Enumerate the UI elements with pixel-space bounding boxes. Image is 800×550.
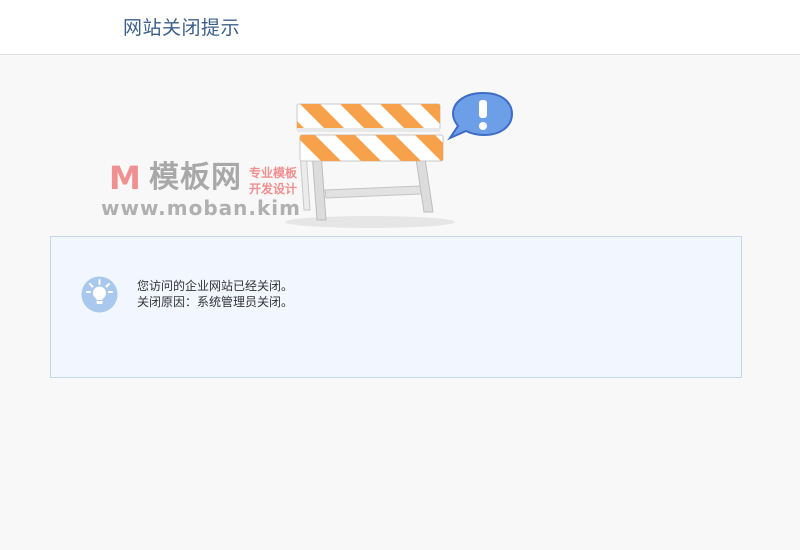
watermark-url: www.moban.kim bbox=[101, 196, 301, 220]
closed-illustration: M 模板网 专业模板 开发设计 www.moban.kim bbox=[0, 0, 800, 240]
watermark-site-name: 模板网 bbox=[149, 160, 242, 195]
watermark-logo-letter: M bbox=[109, 159, 141, 197]
notice-reason: 关闭原因：系统管理员关闭。 bbox=[137, 295, 294, 309]
watermark-tagline-2: 开发设计 bbox=[249, 182, 298, 196]
notice-message: 您访问的企业网站已经关闭。 bbox=[137, 279, 294, 293]
watermark: M 模板网 专业模板 开发设计 www.moban.kim bbox=[95, 158, 310, 222]
watermark-tagline-1: 专业模板 bbox=[249, 166, 298, 180]
lightbulb-icon bbox=[81, 276, 118, 313]
notice-box: 您访问的企业网站已经关闭。 关闭原因：系统管理员关闭。 bbox=[50, 236, 742, 378]
